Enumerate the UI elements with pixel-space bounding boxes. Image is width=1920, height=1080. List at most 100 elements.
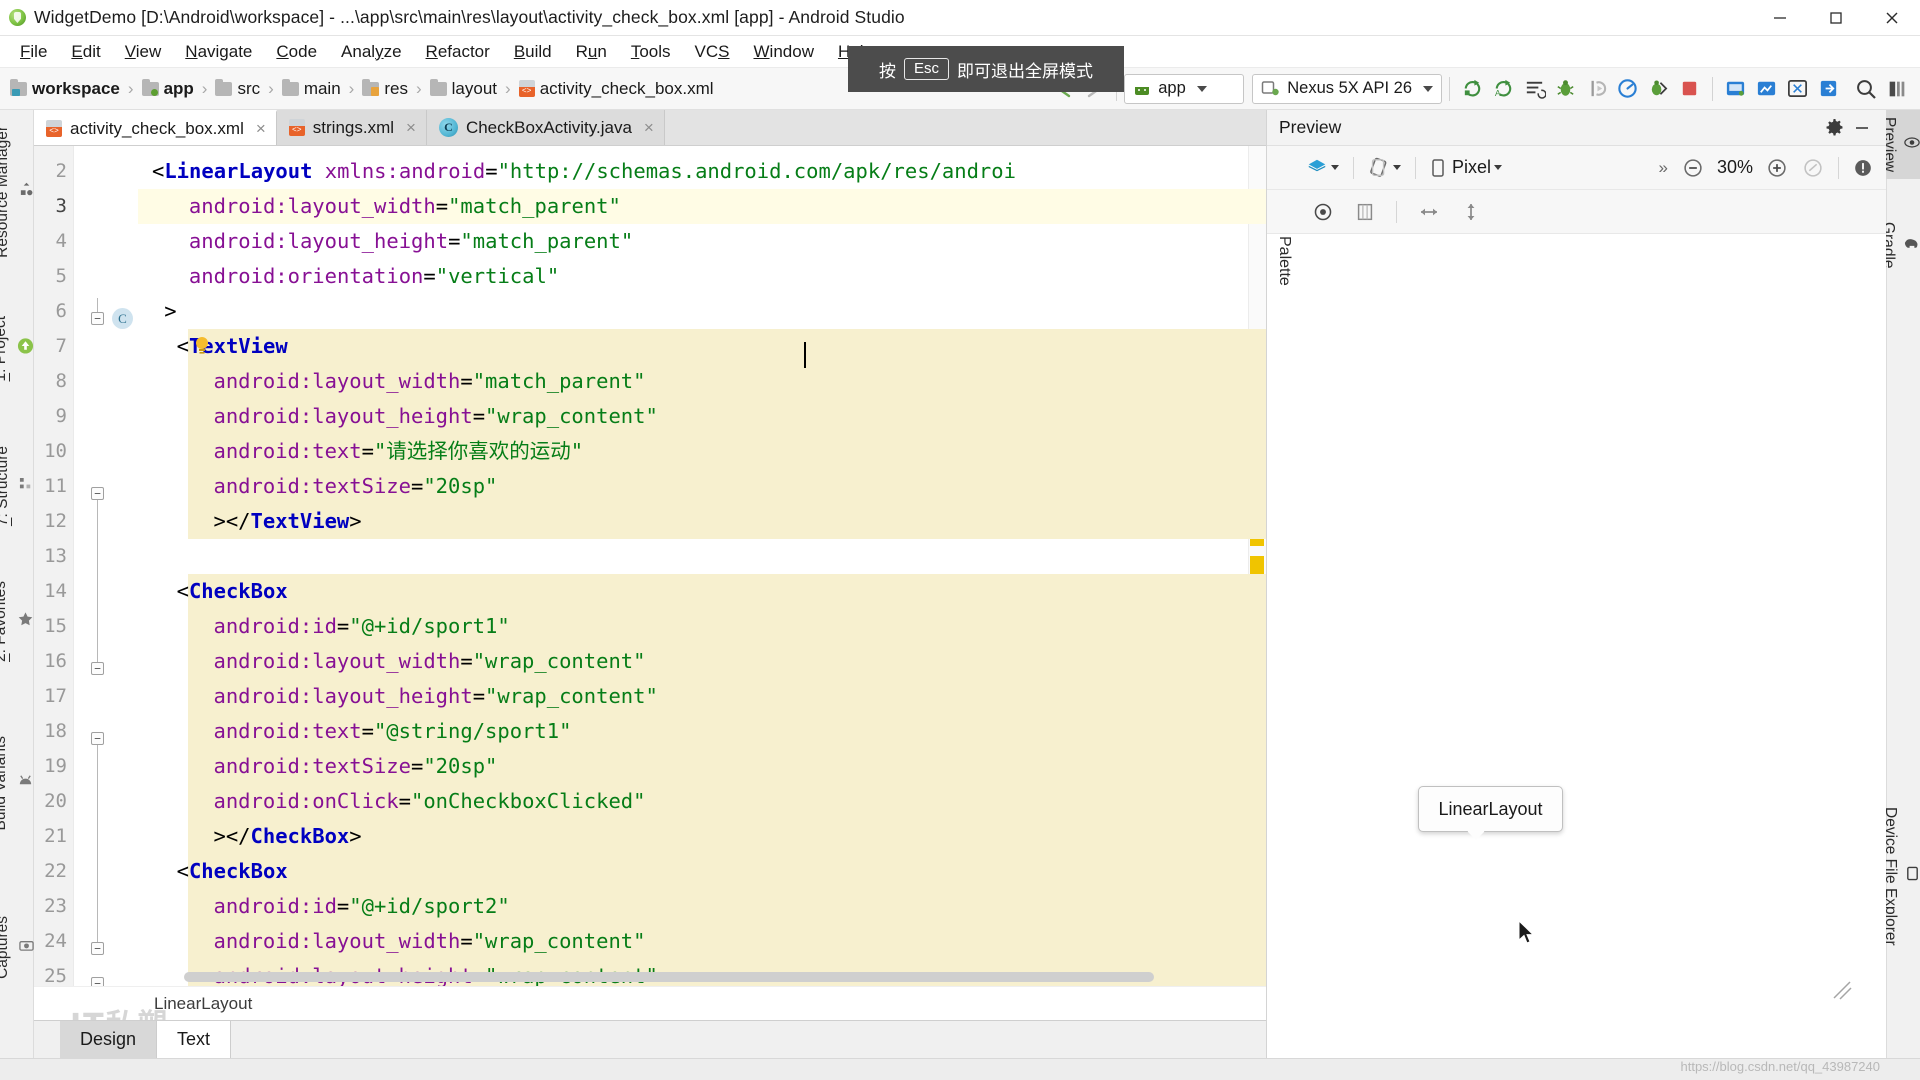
breadcrumb-item-activity_check_boxxml[interactable]: activity_check_box.xml (518, 79, 714, 99)
breadcrumb-item-res[interactable]: res (362, 78, 408, 99)
breadcrumb-item-app[interactable]: app (141, 78, 194, 99)
apply-changes-icon[interactable] (1519, 74, 1550, 104)
code-line[interactable]: ></CheckBox> (214, 819, 362, 854)
code-editor[interactable]: 2 <LinearLayout xmlns:android="http://sch… (34, 146, 1266, 986)
code-line[interactable]: android:layout_height="wrap_content" (214, 399, 658, 434)
debug-icon[interactable] (1550, 74, 1581, 104)
orientation-icon[interactable] (1363, 153, 1406, 183)
menu-item-build[interactable]: Build (502, 40, 564, 64)
breadcrumb-item-workspace[interactable]: workspace (10, 78, 120, 99)
avd-manager-icon[interactable] (1720, 74, 1751, 104)
editor-tab-activity_check_boxxml[interactable]: activity_check_box.xml × (34, 110, 277, 145)
menu-item-edit[interactable]: Edit (59, 40, 112, 64)
sync-gradle-icon[interactable] (1643, 74, 1674, 104)
toolbar-overflow-button[interactable]: » (1654, 153, 1673, 183)
code-line[interactable]: android:textSize="20sp" (214, 749, 498, 784)
fold-toggle-checkbox2[interactable]: − (91, 977, 104, 986)
profiler-icon[interactable] (1612, 74, 1643, 104)
minimize-icon[interactable] (1848, 115, 1876, 141)
eye-toggle-icon[interactable] (1307, 197, 1339, 227)
menu-item-tools[interactable]: Tools (619, 40, 683, 64)
code-line[interactable]: <LinearLayout xmlns:android="http://sche… (152, 154, 1016, 189)
tool-window-structure[interactable]: 7: Structure (0, 440, 34, 532)
device-selector[interactable]: Nexus 5X API 26 (1252, 73, 1442, 104)
gear-icon[interactable] (1820, 115, 1848, 141)
hide-toolbar-icon[interactable] (1882, 74, 1912, 104)
fold-toggle-textview[interactable]: − (91, 487, 104, 500)
horizontal-arrow-icon[interactable] (1412, 197, 1446, 227)
menu-item-view[interactable]: View (113, 40, 174, 64)
layout-inspector-icon[interactable] (1782, 74, 1813, 104)
run-with-coverage-icon[interactable]: A (1488, 74, 1519, 104)
menu-item-navigate[interactable]: Navigate (173, 40, 264, 64)
tool-window-preview[interactable]: Preview (1881, 110, 1920, 180)
palette-tool-tab[interactable]: Palette (1267, 170, 1293, 340)
code-line[interactable]: android:layout_width="wrap_content" (214, 924, 646, 959)
tool-window-gradle[interactable]: Gradle (1880, 215, 1920, 276)
menu-item-window[interactable]: Window (742, 40, 826, 64)
editor-tab-stringsxml[interactable]: strings.xml × (276, 110, 427, 145)
attach-debugger-icon[interactable] (1581, 74, 1612, 104)
tab-text[interactable]: Text (157, 1021, 232, 1058)
menu-item-code[interactable]: Code (264, 40, 329, 64)
issues-icon[interactable] (1848, 153, 1878, 183)
tool-window-favorites[interactable]: 2: Favorites (0, 575, 34, 668)
minimize-button[interactable] (1752, 0, 1808, 36)
menu-item-run[interactable]: Run (564, 40, 619, 64)
vertical-arrow-icon[interactable] (1456, 197, 1486, 227)
code-line[interactable]: android:id="@+id/sport1" (214, 609, 510, 644)
close-icon[interactable]: × (640, 118, 654, 138)
close-button[interactable] (1864, 0, 1920, 36)
tool-window-buildvariants[interactable]: Build Variants (0, 730, 34, 836)
tool-window-resourcemanager[interactable]: Resource Manager (0, 120, 34, 264)
code-line[interactable]: android:layout_height="wrap_content" (214, 679, 658, 714)
maximize-button[interactable] (1808, 0, 1864, 36)
breadcrumb-item-main[interactable]: main (281, 78, 341, 99)
zoom-in-button[interactable] (1761, 153, 1793, 183)
menu-item-refactor[interactable]: Refactor (414, 40, 502, 64)
code-change-marker[interactable] (1250, 556, 1264, 574)
code-line[interactable]: android:orientation="vertical" (189, 259, 559, 294)
code-line[interactable]: android:id="@+id/sport2" (214, 889, 510, 924)
zoom-out-button[interactable] (1677, 153, 1709, 183)
editor-tab-checkboxactivityjava[interactable]: C CheckBoxActivity.java × (426, 110, 665, 145)
blueprint-icon[interactable] (1349, 197, 1381, 227)
breadcrumb-item-src[interactable]: src (215, 78, 260, 99)
run-configuration-selector[interactable]: app (1124, 73, 1245, 104)
device-preview-selector[interactable]: Pixel (1425, 153, 1507, 183)
class-marker-icon[interactable]: C (112, 308, 133, 329)
menu-item-analyze[interactable]: Analyze (329, 40, 414, 64)
fold-toggle-linearlayout[interactable]: − (91, 312, 104, 325)
close-icon[interactable]: × (252, 119, 266, 139)
tool-window-devicefileexplorer[interactable]: Device File Explorer (1882, 800, 1920, 953)
search-everywhere-icon[interactable] (1850, 74, 1882, 104)
stop-icon[interactable] (1674, 74, 1705, 104)
code-line[interactable]: ></TextView> (214, 504, 362, 539)
resize-grip-icon[interactable] (1830, 978, 1854, 1008)
code-line[interactable]: android:layout_height="match_parent" (189, 224, 633, 259)
zoom-to-fit-button[interactable] (1797, 153, 1829, 183)
code-line[interactable]: android:textSize="20sp" (214, 469, 498, 504)
code-line[interactable]: android:layout_width="wrap_content" (214, 644, 646, 679)
code-line[interactable]: android:layout_width="match_parent" (214, 364, 646, 399)
device-file-explorer-icon[interactable] (1813, 74, 1844, 104)
design-surface-icon[interactable] (1301, 153, 1344, 183)
run-icon[interactable] (1457, 74, 1488, 104)
code-line[interactable]: android:text="@string/sport1" (214, 714, 572, 749)
tool-window-project[interactable]: 1: Project (0, 310, 34, 387)
code-line[interactable]: > (164, 294, 176, 329)
fold-end-textview[interactable]: − (91, 662, 104, 675)
breadcrumb-item-layout[interactable]: layout (429, 78, 497, 99)
editor-horizontal-scrollbar[interactable] (184, 972, 1154, 982)
code-line[interactable]: android:text="请选择你喜欢的运动" (214, 434, 584, 469)
code-line[interactable]: android:layout_width="match_parent" (189, 189, 621, 224)
code-line[interactable]: <CheckBox (177, 854, 288, 889)
code-line[interactable]: android:onClick="onCheckboxClicked" (214, 784, 646, 819)
fold-toggle-checkbox1[interactable]: − (91, 732, 104, 745)
code-line[interactable]: <CheckBox (177, 574, 288, 609)
fold-end-checkbox1[interactable]: − (91, 942, 104, 955)
menu-item-vcs[interactable]: VCS (683, 40, 742, 64)
close-icon[interactable]: × (402, 118, 416, 138)
menu-item-file[interactable]: File (8, 40, 59, 64)
tab-design[interactable]: Design (60, 1021, 158, 1058)
